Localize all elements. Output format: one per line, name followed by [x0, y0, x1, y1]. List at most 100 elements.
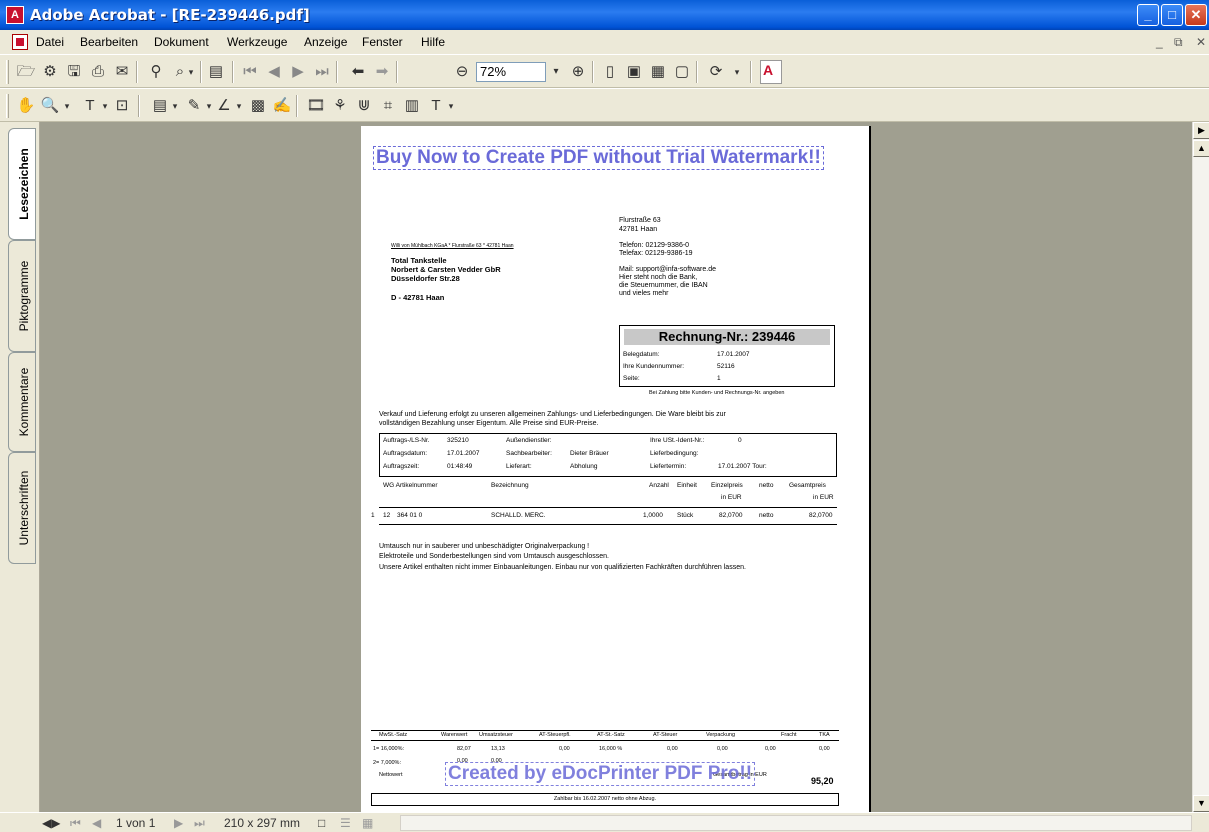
note-tool-icon[interactable]: ▤: [150, 96, 170, 116]
text-select-icon[interactable]: T: [80, 96, 100, 116]
fit-page-icon[interactable]: ▣: [624, 62, 644, 82]
scroll-up-icon[interactable]: ▲: [1193, 140, 1209, 157]
save-icon[interactable]: 🖫: [64, 62, 84, 82]
crop-tool-icon[interactable]: ⌗: [378, 96, 398, 116]
invoice-value: 1: [717, 375, 721, 382]
note-dropdown-icon[interactable]: ▾: [170, 96, 180, 116]
maximize-button[interactable]: □: [1161, 4, 1183, 26]
order-value: 325210: [447, 437, 469, 444]
menu-hilfe[interactable]: Hilfe: [421, 35, 445, 49]
link-tool-icon[interactable]: ⋓: [354, 96, 374, 116]
rotate-dropdown-icon[interactable]: ▾: [732, 62, 742, 82]
minimize-button[interactable]: _: [1137, 4, 1159, 26]
acrobat-app-icon[interactable]: A: [6, 6, 24, 24]
first-page-icon[interactable]: ⏮: [70, 816, 81, 831]
tab-piktogramme[interactable]: Piktogramme: [8, 240, 36, 352]
order-value: 0: [738, 437, 742, 444]
sign-tool-icon[interactable]: ✍: [272, 96, 292, 116]
zoom-dropdown-icon[interactable]: ▾: [546, 62, 566, 82]
previous-page-icon[interactable]: ◀: [92, 816, 101, 830]
touchup-dropdown-icon[interactable]: ▾: [446, 96, 456, 116]
page-size-display: 210 x 297 mm: [224, 816, 301, 830]
next-page-icon[interactable]: ▶: [288, 62, 308, 82]
items-col-price: Einzelpreis: [711, 482, 743, 489]
previous-page-icon[interactable]: ◀: [264, 62, 284, 82]
fit-visible-icon[interactable]: ▢: [672, 62, 692, 82]
fit-width-icon[interactable]: ▦: [648, 62, 668, 82]
touchup-text-icon[interactable]: T: [426, 96, 446, 116]
first-page-icon[interactable]: ⏮: [240, 62, 260, 82]
actual-size-icon[interactable]: ▯: [600, 62, 620, 82]
navigation-tabs-panel: Lesezeichen Piktogramme Kommentare Unter…: [0, 122, 40, 812]
toolbar-separator: [232, 61, 234, 83]
tab-kommentare[interactable]: Kommentare: [8, 352, 36, 452]
single-page-layout-icon[interactable]: □: [318, 816, 325, 830]
page-number-display[interactable]: 1 von 1: [116, 816, 155, 830]
toolbar-grip[interactable]: [6, 94, 9, 118]
menu-bearbeiten[interactable]: Bearbeiten: [80, 35, 138, 49]
line-tool-icon[interactable]: ∠: [214, 96, 234, 116]
scroll-down-icon[interactable]: ▼: [1193, 795, 1209, 812]
pencil-tool-icon[interactable]: ✎: [184, 96, 204, 116]
open-icon[interactable]: 🗁: [16, 62, 36, 82]
mdi-close-button[interactable]: ✕: [1196, 35, 1206, 49]
menu-anzeige[interactable]: Anzeige: [304, 35, 347, 49]
next-page-icon[interactable]: ▶: [174, 816, 183, 830]
zoom-input[interactable]: 72%: [476, 62, 546, 82]
hand-tool-icon[interactable]: ✋: [16, 96, 36, 116]
print-icon[interactable]: ⎙: [88, 62, 108, 82]
find-icon[interactable]: ⚲: [146, 62, 166, 82]
snapshot-icon[interactable]: ⊡: [112, 96, 132, 116]
toolbar-separator: [336, 61, 338, 83]
tax-col: Umsatzsteuer: [479, 732, 513, 738]
last-page-icon[interactable]: ⏭: [194, 816, 205, 831]
invoice-box: Rechnung-Nr.: 239446 Belegdatum: 17.01.2…: [619, 325, 835, 387]
mdi-restore-button[interactable]: ⧉: [1174, 35, 1183, 50]
mdi-minimize-button[interactable]: _: [1156, 35, 1163, 49]
menu-datei[interactable]: Datei: [36, 35, 64, 49]
items-col-total-currency: in EUR: [813, 494, 834, 501]
article-tool-icon[interactable]: ⚘: [330, 96, 350, 116]
horizontal-scrollbar[interactable]: [400, 815, 1192, 831]
pencil-dropdown-icon[interactable]: ▾: [204, 96, 214, 116]
close-button[interactable]: ✕: [1185, 4, 1207, 26]
email-icon[interactable]: ✉: [112, 62, 132, 82]
stamp-tool-icon[interactable]: ▩: [248, 96, 268, 116]
tab-lesezeichen[interactable]: Lesezeichen: [8, 128, 36, 240]
last-page-icon[interactable]: ⏭: [312, 62, 332, 82]
invoice-number-title: Rechnung-Nr.: 239446: [624, 329, 830, 345]
zoom-in-icon[interactable]: ⊕: [568, 62, 588, 82]
document-viewport[interactable]: Buy Now to Create PDF without Trial Wate…: [40, 122, 1192, 812]
tax-col: Warenwert: [441, 732, 468, 738]
search-dropdown-icon[interactable]: ▾: [186, 62, 196, 82]
facing-layout-icon[interactable]: ▦: [362, 816, 373, 830]
zoom-out-icon[interactable]: ⊖: [452, 62, 472, 82]
text-select-dropdown-icon[interactable]: ▾: [100, 96, 110, 116]
remark-line: Unsere Artikel enthalten nicht immer Ein…: [379, 564, 746, 571]
pdf-page[interactable]: Buy Now to Create PDF without Trial Wate…: [361, 126, 871, 812]
tax-cell: 0,00: [667, 746, 678, 752]
rotate-view-icon[interactable]: ⟳: [706, 62, 726, 82]
document-icon[interactable]: [12, 34, 28, 50]
navigation-panel-icon[interactable]: ▤: [206, 62, 226, 82]
zoom-tool-icon[interactable]: 🔍: [40, 96, 60, 116]
panel-toggle-icon[interactable]: ▶: [1193, 122, 1209, 139]
vertical-scrollbar[interactable]: ▶ ▲ ▼: [1192, 122, 1209, 812]
go-forward-icon[interactable]: ➡: [372, 62, 392, 82]
menu-werkzeuge[interactable]: Werkzeuge: [227, 35, 287, 49]
continuous-layout-icon[interactable]: ☰: [340, 816, 351, 830]
panel-resize-icon[interactable]: ◀▶: [42, 816, 60, 830]
open-web-icon[interactable]: ⚙: [40, 62, 60, 82]
go-back-icon[interactable]: ⬅: [348, 62, 368, 82]
menu-fenster[interactable]: Fenster: [362, 35, 403, 49]
invoice-note: Bei Zahlung bitte Kunden- und Rechnungs-…: [649, 390, 785, 396]
zoom-tool-dropdown-icon[interactable]: ▾: [62, 96, 72, 116]
line-dropdown-icon[interactable]: ▾: [234, 96, 244, 116]
movie-tool-icon[interactable]: 🎞: [306, 96, 326, 116]
item-article-number: 364 01 0: [397, 512, 423, 519]
adobe-logo-icon[interactable]: A: [760, 60, 782, 84]
tab-unterschriften[interactable]: Unterschriften: [8, 452, 36, 564]
menu-dokument[interactable]: Dokument: [154, 35, 209, 49]
toolbar-grip[interactable]: [6, 60, 9, 84]
form-tool-icon[interactable]: ▥: [402, 96, 422, 116]
